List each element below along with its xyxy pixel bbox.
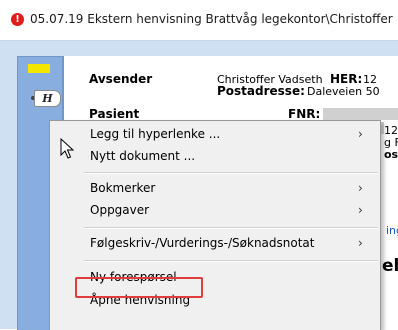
menu-separator: [84, 260, 378, 262]
menu-item-folgeskriv[interactable]: Følgeskriv-/Vurderings-/Søknadsnotat ›: [50, 232, 380, 254]
window-titlebar: ! 05.07.19 Ekstern henvisning Brattvåg l…: [0, 0, 398, 41]
avsender-label: Avsender: [89, 72, 153, 86]
partial-link[interactable]: ing: [386, 224, 398, 237]
chevron-right-icon: ›: [358, 127, 363, 141]
menu-item-oppgaver[interactable]: Oppgaver ›: [50, 199, 380, 221]
partial-text-3: ost: [384, 148, 398, 161]
hyperlink-badge-icon[interactable]: H: [34, 90, 61, 107]
menu-separator: [84, 172, 378, 174]
window-title: 05.07.19 Ekstern henvisning Brattvåg leg…: [30, 12, 393, 26]
menu-item-nytt-dokument[interactable]: Nytt dokument ...: [50, 145, 380, 167]
menu-item-legg-til-hyperlenke[interactable]: Legg til hyperlenke ... ›: [50, 123, 380, 145]
chevron-right-icon: ›: [358, 236, 363, 250]
mouse-cursor-icon: [60, 138, 74, 159]
partial-heading: el: [382, 256, 398, 276]
postadresse-label: Postadresse:: [217, 84, 305, 98]
menu-item-bokmerker[interactable]: Bokmerker ›: [50, 177, 380, 199]
chevron-right-icon: ›: [358, 203, 363, 217]
context-menu: Legg til hyperlenke ... › Nytt dokument …: [49, 120, 381, 330]
warning-icon: !: [11, 13, 24, 26]
highlight-box: [75, 277, 203, 298]
chevron-right-icon: ›: [358, 181, 363, 195]
fnr-redacted: [323, 108, 398, 120]
yellow-tab-marker[interactable]: [28, 64, 50, 73]
menu-separator: [84, 227, 378, 229]
postadresse-value: Daleveien 50: [307, 85, 380, 98]
